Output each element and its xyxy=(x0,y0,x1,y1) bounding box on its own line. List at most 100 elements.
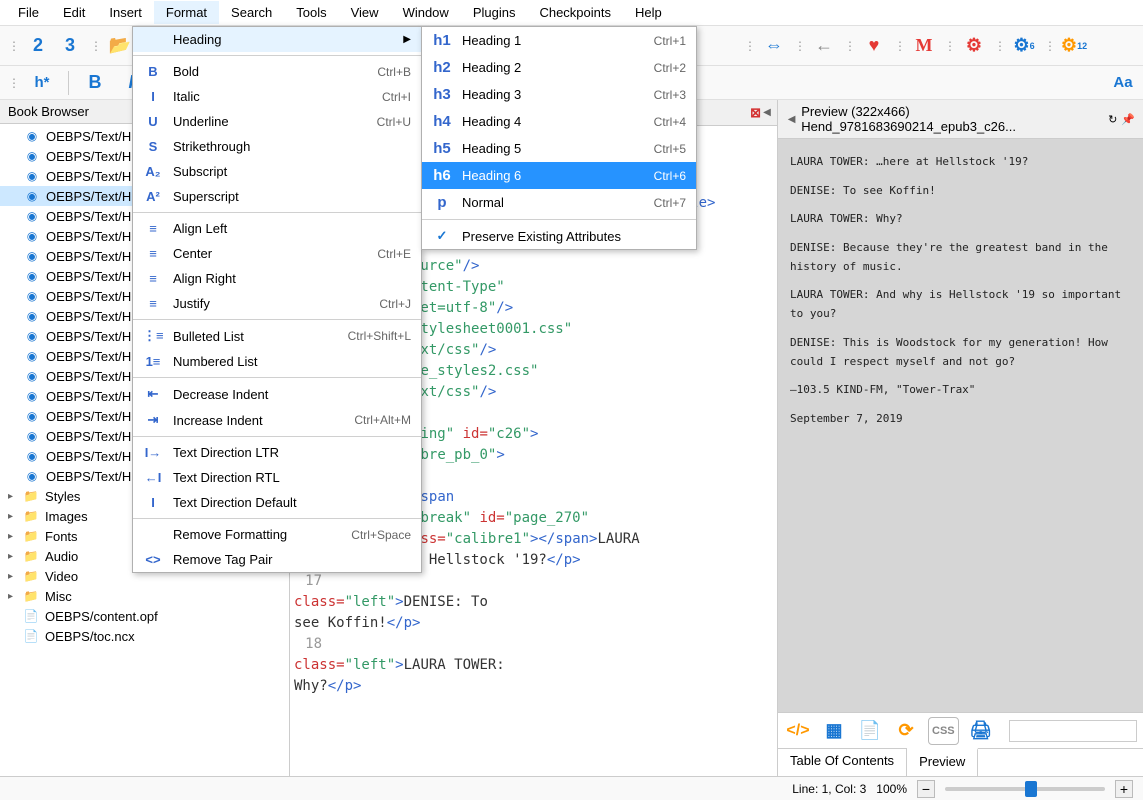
tool-3-icon[interactable]: 3 xyxy=(56,32,84,60)
edge-icon: ◉ xyxy=(24,368,40,384)
chevron-right-icon: ▸ xyxy=(8,551,13,562)
format-menu-item[interactable]: ⇤Decrease Indent xyxy=(133,381,421,407)
format-menu-item[interactable]: ≡Align Right xyxy=(133,266,421,291)
preview-paragraph: LAURA TOWER: …here at Hellstock '19? xyxy=(790,153,1131,172)
grip-icon: ⋮ xyxy=(792,39,806,53)
format-heading-item[interactable]: Heading▶ xyxy=(133,27,421,52)
format-menu-item[interactable]: 1≡Numbered List xyxy=(133,349,421,374)
menu-plugins[interactable]: Plugins xyxy=(461,1,528,24)
menu-tools[interactable]: Tools xyxy=(284,1,338,24)
file-icon: 📄 xyxy=(23,628,39,644)
grip-icon: ⋮ xyxy=(992,39,1006,53)
tool-2-icon[interactable]: 2 xyxy=(24,32,52,60)
heading-picker[interactable]: h* xyxy=(28,69,56,97)
collapse-left-icon[interactable]: ◀ xyxy=(761,107,773,118)
menu-file[interactable]: File xyxy=(6,1,51,24)
tree-folder-item[interactable]: ▸📁Misc xyxy=(0,586,289,606)
preview-paragraph: September 7, 2019 xyxy=(790,410,1131,429)
pin-icon[interactable]: 📌 xyxy=(1121,113,1135,126)
edge-icon: ◉ xyxy=(24,248,40,264)
format-menu-item[interactable]: IText Direction Default xyxy=(133,490,421,515)
heading-submenu: h1Heading 1Ctrl+1h2Heading 2Ctrl+2h3Head… xyxy=(421,26,697,250)
tab-preview[interactable]: Preview xyxy=(907,748,978,776)
config-icon[interactable]: ⚙12 xyxy=(1060,32,1088,60)
print-icon[interactable]: 🖨 xyxy=(967,717,995,745)
format-menu-item[interactable]: BBoldCtrl+B xyxy=(133,59,421,84)
menu-format[interactable]: Format xyxy=(154,1,219,24)
menu-search[interactable]: Search xyxy=(219,1,284,24)
menu-help[interactable]: Help xyxy=(623,1,674,24)
select-icon[interactable]: ▦ xyxy=(820,717,848,745)
grip-icon: ⋮ xyxy=(88,39,102,53)
grip-icon: ⋮ xyxy=(1042,39,1056,53)
folder-open-icon[interactable]: 📂 xyxy=(106,32,134,60)
chevron-right-icon: ▸ xyxy=(8,491,13,502)
collapse-left-icon[interactable]: ◀ xyxy=(786,114,797,125)
menu-checkpoints[interactable]: Checkpoints xyxy=(527,1,623,24)
format-menu-item[interactable]: ⋮≡Bulleted ListCtrl+Shift+L xyxy=(133,323,421,349)
heading-menu-item[interactable]: h6Heading 6Ctrl+6 xyxy=(422,162,696,189)
heading-menu-item[interactable]: h2Heading 2Ctrl+2 xyxy=(422,54,696,81)
chevron-right-icon: ▸ xyxy=(8,531,13,542)
zoom-level: 100% xyxy=(876,782,907,796)
edge-icon: ◉ xyxy=(24,348,40,364)
menu-view[interactable]: View xyxy=(339,1,391,24)
preview-panel: ◀Preview (322x466) Hend_9781683690214_ep… xyxy=(778,100,1143,776)
reload-icon[interactable]: ↻ xyxy=(1108,113,1117,126)
tab-toc[interactable]: Table Of Contents xyxy=(778,749,907,776)
edge-icon: ◉ xyxy=(24,308,40,324)
tree-file-item[interactable]: ▸📄OEBPS/content.opf xyxy=(0,606,289,626)
format-menu-item[interactable]: SStrikethrough xyxy=(133,134,421,159)
copy-icon[interactable]: 📄 xyxy=(856,717,884,745)
width-icon[interactable]: ⇔ xyxy=(760,32,788,60)
menubar: File Edit Insert Format Search Tools Vie… xyxy=(0,0,1143,26)
zoom-out-button[interactable]: − xyxy=(917,780,935,798)
format-menu-item[interactable]: IItalicCtrl+I xyxy=(133,84,421,109)
heading-menu-item[interactable]: pNormalCtrl+7 xyxy=(422,189,696,216)
edge-icon: ◉ xyxy=(24,448,40,464)
zoom-in-button[interactable]: + xyxy=(1115,780,1133,798)
menu-edit[interactable]: Edit xyxy=(51,1,97,24)
case-button[interactable]: Aa xyxy=(1109,69,1137,97)
m-icon[interactable]: M xyxy=(910,32,938,60)
folder-icon: 📁 xyxy=(23,528,39,544)
tree-file-item[interactable]: ▸📄OEBPS/toc.ncx xyxy=(0,626,289,646)
preview-paragraph: LAURA TOWER: And why is Hellstock '19 so… xyxy=(790,286,1131,323)
grip-icon: ⋮ xyxy=(892,39,906,53)
css-icon[interactable]: CSS xyxy=(928,717,959,745)
format-menu-item[interactable]: Remove FormattingCtrl+Space xyxy=(133,522,421,547)
menu-window[interactable]: Window xyxy=(391,1,461,24)
format-menu-item[interactable]: A₂Subscript xyxy=(133,159,421,184)
heading-menu-item[interactable]: h3Heading 3Ctrl+3 xyxy=(422,81,696,108)
preview-search-input[interactable] xyxy=(1009,720,1137,742)
code-view-icon[interactable]: </> xyxy=(784,717,812,745)
zoom-slider[interactable] xyxy=(945,787,1105,791)
folder-icon: 📁 xyxy=(23,588,39,604)
heading-menu-item[interactable]: h1Heading 1Ctrl+1 xyxy=(422,27,696,54)
format-menu-item[interactable]: ⇥Increase IndentCtrl+Alt+M xyxy=(133,407,421,433)
puzzle-blue-icon[interactable]: ⚙6 xyxy=(1010,32,1038,60)
format-menu-item[interactable]: A²Superscript xyxy=(133,184,421,209)
back-icon[interactable]: ← xyxy=(810,32,838,60)
edge-icon: ◉ xyxy=(24,388,40,404)
refresh-icon[interactable]: ⟳ xyxy=(892,717,920,745)
preview-paragraph: DENISE: To see Koffin! xyxy=(790,182,1131,201)
folder-icon: 📁 xyxy=(23,548,39,564)
close-tab-icon[interactable]: ⊠ xyxy=(750,105,761,121)
heading-menu-item[interactable]: h5Heading 5Ctrl+5 xyxy=(422,135,696,162)
format-menu-item[interactable]: ←IText Direction RTL xyxy=(133,465,421,490)
heading-menu-item[interactable]: h4Heading 4Ctrl+4 xyxy=(422,108,696,135)
preserve-attributes-item[interactable]: ✓ Preserve Existing Attributes xyxy=(422,223,696,249)
format-menu-item[interactable]: I→Text Direction LTR xyxy=(133,440,421,465)
format-menu-item[interactable]: ≡CenterCtrl+E xyxy=(133,241,421,266)
puzzle-red-icon[interactable]: ⚙ xyxy=(960,32,988,60)
heart-icon[interactable]: ♥ xyxy=(860,32,888,60)
bold-button[interactable]: B xyxy=(81,69,109,97)
line-col-status: Line: 1, Col: 3 xyxy=(792,782,866,796)
format-menu-item[interactable]: UUnderlineCtrl+U xyxy=(133,109,421,134)
format-menu-item[interactable]: ≡Align Left xyxy=(133,216,421,241)
edge-icon: ◉ xyxy=(24,188,40,204)
format-menu-item[interactable]: <>Remove Tag Pair xyxy=(133,547,421,572)
format-menu-item[interactable]: ≡JustifyCtrl+J xyxy=(133,291,421,316)
menu-insert[interactable]: Insert xyxy=(97,1,154,24)
